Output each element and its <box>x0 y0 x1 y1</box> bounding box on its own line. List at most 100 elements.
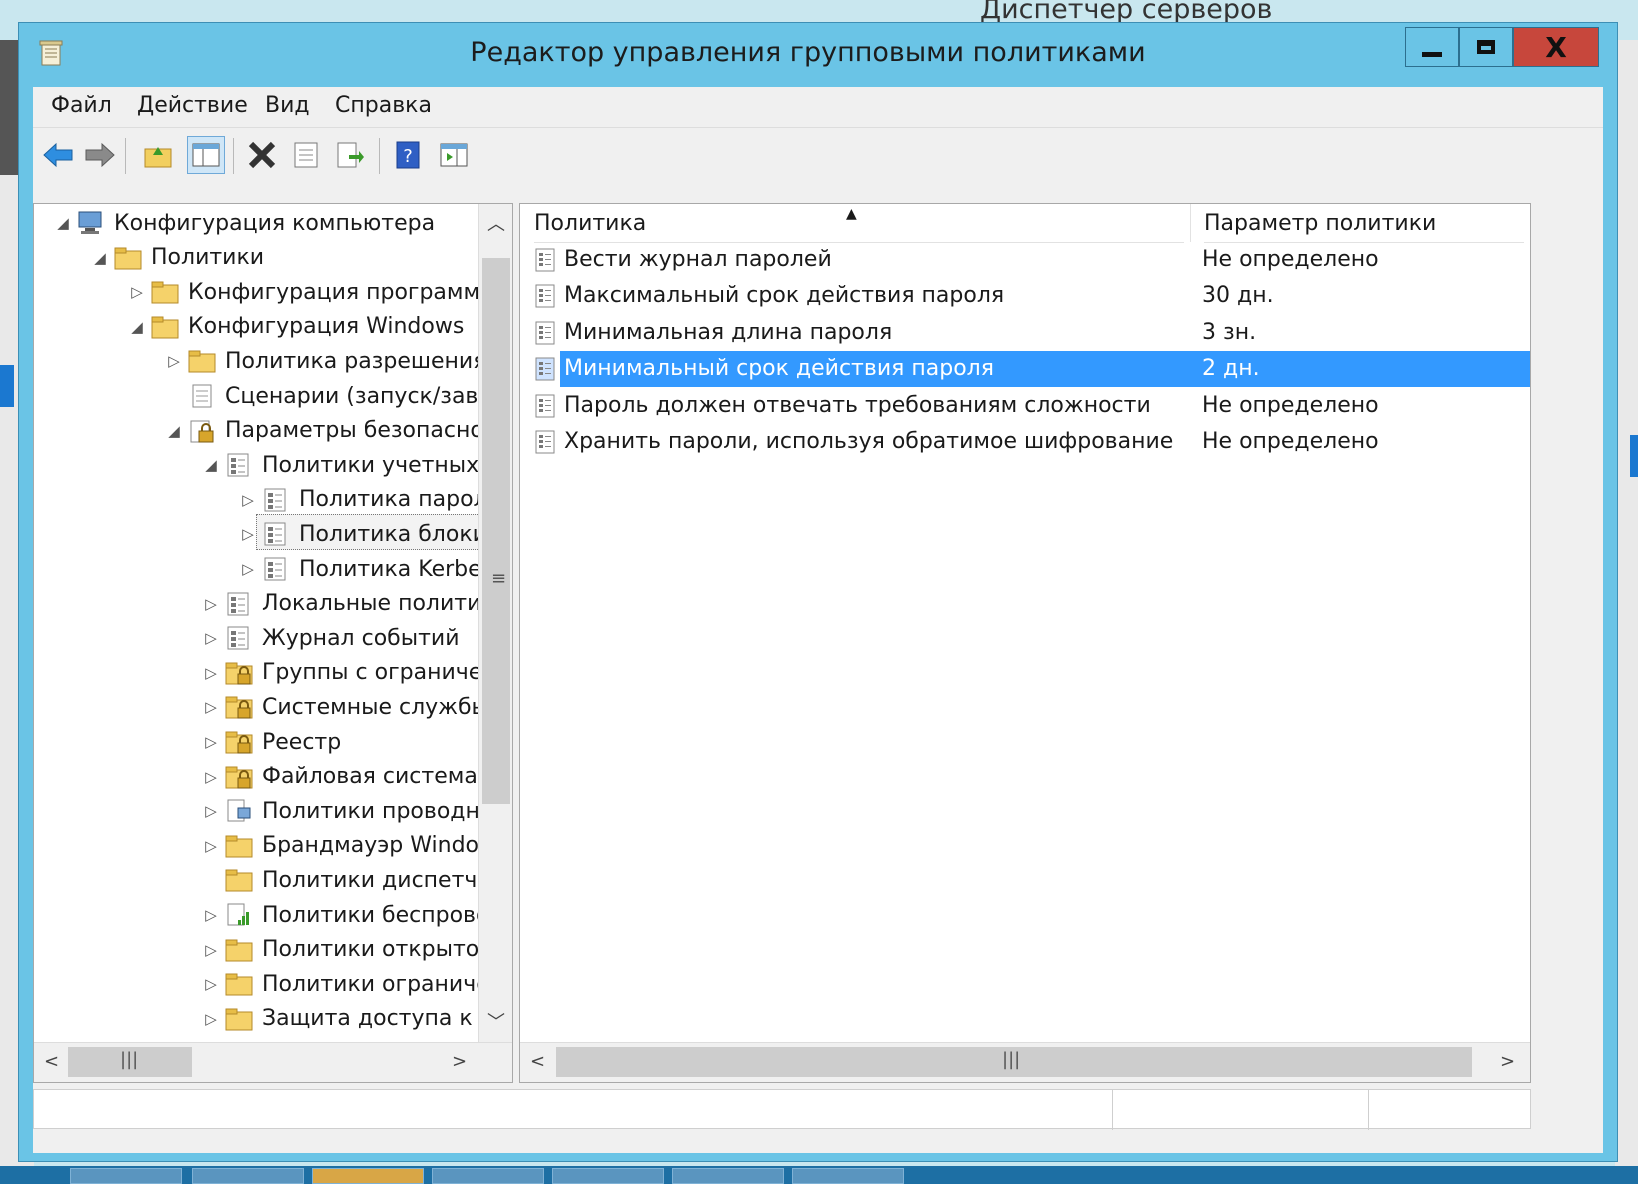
tree-node[interactable]: ◢ Политики <box>87 241 264 275</box>
tree-node-label: Сценарии (запуск/завер <box>225 383 506 409</box>
tree-expand-icon[interactable]: ▷ <box>198 941 224 959</box>
folder-icon <box>187 348 217 374</box>
tree-expand-icon[interactable]: ▷ <box>198 698 224 716</box>
menu-view[interactable]: Вид <box>265 93 310 118</box>
scroll-left-arrow-icon[interactable]: < <box>44 1051 59 1072</box>
tree-node[interactable]: ▷ Брандмауэр Window <box>198 829 497 863</box>
tree-expand-icon[interactable]: ▷ <box>198 1010 224 1028</box>
tree-expand-icon[interactable]: ▷ <box>198 664 224 682</box>
tree-horizontal-scroll-thumb[interactable]: ||| <box>68 1047 192 1077</box>
up-level-button[interactable] <box>139 136 177 174</box>
policy-row[interactable]: Минимальный срок действия пароля 2 дн. <box>535 351 1530 388</box>
tree-collapse-icon[interactable]: ◢ <box>87 249 113 267</box>
help-button[interactable]: ? <box>389 136 427 174</box>
taskbar-item[interactable] <box>552 1168 664 1184</box>
tree-node[interactable]: Политики диспетчер <box>198 863 505 897</box>
properties-button[interactable] <box>287 136 325 174</box>
tree-collapse-icon[interactable]: ◢ <box>198 456 224 474</box>
tree-vertical-scroll-thumb[interactable]: ≡ <box>482 258 510 804</box>
tree-expand-icon[interactable]: ▷ <box>235 560 261 578</box>
tree-expand-icon[interactable]: ▷ <box>198 595 224 613</box>
policy-name: Минимальный срок действия пароля <box>564 356 994 382</box>
tree-expand-icon[interactable]: ▷ <box>198 733 224 751</box>
back-button[interactable] <box>39 136 77 174</box>
tree-node[interactable]: ▷ Политика блоки <box>235 517 487 551</box>
tree-expand-icon[interactable]: ▷ <box>198 802 224 820</box>
tree-node[interactable]: ▷ Локальные политик <box>198 587 494 621</box>
tree-node[interactable]: ◢ Конфигурация компьютера <box>50 206 435 240</box>
tree-node[interactable]: ◢ Конфигурация Windows <box>124 310 464 344</box>
policy-row[interactable]: Хранить пароли, используя обратимое шифр… <box>526 424 1530 460</box>
tree-node[interactable]: ▷ Защита доступа к се <box>198 1002 505 1036</box>
column-header-setting[interactable]: Параметр политики <box>1204 204 1524 243</box>
tree-node[interactable]: ▷ Реестр <box>198 725 341 759</box>
tree-expand-icon[interactable]: ▷ <box>198 906 224 924</box>
tree-node[interactable]: ▷ Конфигурация программ <box>124 275 480 309</box>
taskbar-item[interactable] <box>792 1168 904 1184</box>
tree-node[interactable]: ▷ Системные службы <box>198 690 489 724</box>
tree-node[interactable]: ▷ Группы с ограничен <box>198 656 496 690</box>
tree-node[interactable]: ▷ Файловая система <box>198 760 478 794</box>
tree-node-label: Политики ограниче <box>262 971 490 997</box>
tree-collapse-icon[interactable]: ◢ <box>124 318 150 336</box>
tree-node[interactable]: ▷ Политика Kerber <box>235 552 490 586</box>
scroll-up-arrow-icon[interactable]: ︿ <box>487 210 505 236</box>
forward-button[interactable] <box>81 136 119 174</box>
taskbar-item[interactable] <box>70 1168 182 1184</box>
tree-node[interactable]: ▷ Политика разрешения и <box>161 344 508 378</box>
export-list-button[interactable] <box>331 136 369 174</box>
tree-node[interactable]: ◢ Параметры безопаснос <box>161 414 496 448</box>
taskbar-item[interactable] <box>672 1168 784 1184</box>
delete-button[interactable] <box>243 136 281 174</box>
tree-vertical-scrollbar[interactable]: ︿ ≡ ﹀ <box>478 204 512 1042</box>
policy-row[interactable]: Вести журнал паролей Не определено <box>526 242 1530 278</box>
tree-node[interactable]: ▷ Политика пароле <box>235 483 501 517</box>
close-button[interactable]: X <box>1513 27 1599 67</box>
taskbar-item[interactable] <box>192 1168 304 1184</box>
tree-expand-icon[interactable]: ▷ <box>161 352 187 370</box>
menu-action[interactable]: Действие <box>137 93 248 118</box>
taskbar-item[interactable] <box>432 1168 544 1184</box>
tree-expand-icon[interactable]: ▷ <box>235 491 261 509</box>
status-bar <box>33 1089 1531 1130</box>
tree-horizontal-scrollbar[interactable]: < ||| > <box>34 1042 512 1082</box>
show-action-pane-button[interactable] <box>435 136 473 174</box>
menu-help[interactable]: Справка <box>335 93 432 118</box>
title-bar[interactable]: Редактор управления групповыми политикам… <box>19 23 1617 87</box>
console-tree-pane[interactable]: ◢ Конфигурация компьютера ◢ Политики ▷ Конфиг… <box>33 203 513 1083</box>
policy-group-icon <box>261 521 291 547</box>
list-horizontal-scroll-thumb[interactable]: ||| <box>556 1047 1472 1077</box>
tree-collapse-icon[interactable]: ◢ <box>50 214 76 232</box>
policy-row[interactable]: Минимальная длина пароля 3 зн. <box>526 315 1530 351</box>
column-divider[interactable] <box>1190 204 1191 242</box>
show-hide-tree-button[interactable] <box>187 136 225 174</box>
menu-file[interactable]: Файл <box>51 93 112 118</box>
tree-collapse-icon[interactable]: ◢ <box>161 422 187 440</box>
taskbar-item[interactable] <box>312 1168 424 1184</box>
tree-expand-icon[interactable]: ▷ <box>198 975 224 993</box>
tree-expand-icon[interactable]: ▷ <box>198 629 224 647</box>
tree-node[interactable]: ▷ Политики беспрово <box>198 898 489 932</box>
tree-expand-icon[interactable]: ▷ <box>124 283 150 301</box>
tree-node[interactable]: ▷ Политики ограниче <box>198 967 490 1001</box>
scroll-down-arrow-icon[interactable]: ﹀ <box>487 1008 505 1034</box>
tree-node[interactable]: ◢ Политики учетных з <box>198 448 498 482</box>
scroll-left-arrow-icon[interactable]: < <box>530 1051 545 1072</box>
policy-row[interactable]: Пароль должен отвечать требованиям сложн… <box>526 388 1530 424</box>
tree-node[interactable]: ▷ Журнал событий <box>198 621 459 655</box>
minimize-button[interactable] <box>1405 27 1459 67</box>
policy-setting-icon <box>534 284 556 308</box>
tree-node[interactable]: ▷ Политики открытого <box>198 933 504 967</box>
maximize-button[interactable] <box>1459 27 1513 67</box>
column-header-policy[interactable]: Политика <box>534 204 1184 243</box>
tree-expand-icon[interactable]: ▷ <box>198 768 224 786</box>
policy-row[interactable]: Максимальный срок действия пароля 30 дн. <box>526 278 1530 314</box>
policy-list-pane[interactable]: Политика ▲ Параметр политики Вести журна… <box>519 203 1531 1083</box>
tree-node[interactable]: ▷ Политики проводно <box>198 794 493 828</box>
scroll-right-arrow-icon[interactable]: > <box>452 1051 467 1072</box>
tree-expand-icon[interactable]: ▷ <box>198 837 224 855</box>
tree-expand-icon[interactable]: ▷ <box>235 525 261 543</box>
tree-node[interactable]: Сценарии (запуск/завер <box>161 379 506 413</box>
list-horizontal-scrollbar[interactable]: < ||| > <box>520 1042 1530 1082</box>
scroll-right-arrow-icon[interactable]: > <box>1500 1051 1515 1072</box>
